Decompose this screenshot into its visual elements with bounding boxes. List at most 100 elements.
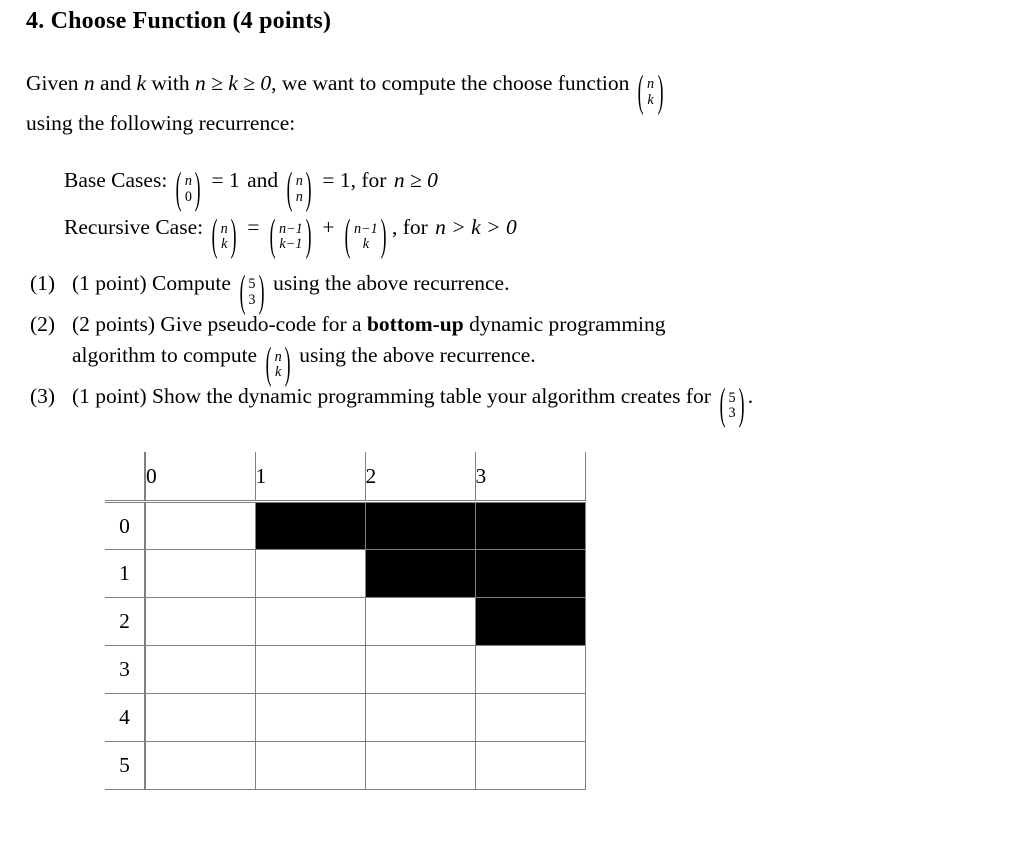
dp-cell-2-1[interactable]: [254, 597, 365, 646]
q3-points: (1 point): [72, 384, 147, 409]
dp-table: 0 1 2 3 0 1 2 3 4 5: [105, 452, 586, 790]
table-row: 4: [105, 693, 586, 742]
paren-right: ): [195, 163, 201, 213]
dp-cell-0-1[interactable]: [254, 501, 365, 550]
dp-cell-0-0[interactable]: [144, 501, 255, 550]
intro-with: with: [146, 71, 195, 95]
binom-stack: nk: [220, 221, 229, 253]
paren-right: ): [284, 338, 291, 388]
dp-table-header-row: 0 1 2 3: [105, 452, 586, 500]
dp-cell-2-0[interactable]: [144, 597, 255, 646]
q2-points: (2 points): [72, 312, 156, 337]
binom-top: n: [274, 348, 282, 365]
dp-cell-5-0[interactable]: [144, 741, 255, 790]
binom-stack: n−1 k: [353, 220, 379, 253]
dp-cell-3-0[interactable]: [144, 645, 255, 694]
binom-stack: n0: [184, 174, 193, 205]
dp-cell-2-3[interactable]: [474, 597, 586, 646]
dp-cell-2-2[interactable]: [364, 597, 475, 646]
binom-n-n: (n n): [285, 167, 314, 210]
binom-5-3: (5 3): [237, 270, 266, 313]
paren-left: (: [211, 210, 218, 260]
intro-var-n: n: [83, 71, 95, 95]
dp-cell-1-2[interactable]: [364, 549, 475, 598]
binom-bottom: n: [295, 188, 303, 205]
dp-col-header-0: 0: [144, 452, 255, 500]
dp-cell-0-3[interactable]: [474, 501, 586, 550]
dp-cell-1-3[interactable]: [474, 549, 586, 598]
dp-cell-5-1[interactable]: [254, 741, 365, 790]
q3-line2-post: .: [747, 384, 754, 409]
binom-n1-k: (n−1 k): [343, 214, 389, 257]
q3-text-pre: Show the dynamic programming table your …: [146, 384, 681, 409]
binom-top: n: [184, 173, 192, 190]
dp-row-header-4: 4: [105, 693, 146, 742]
list-body-2: (2 points) Give pseudo-code for a bottom…: [72, 309, 930, 385]
binom-n-k-lhs: (n k): [210, 214, 239, 257]
q2-line-2: algorithm to compute (n k) using the abov…: [72, 340, 930, 385]
intro-line-2: using the following recurrence:: [26, 111, 296, 136]
paren-left: (: [175, 163, 182, 213]
recursive-condition: n > k > 0: [435, 215, 517, 240]
dp-cell-4-0[interactable]: [144, 693, 255, 742]
binom-5-3: (5 3): [717, 383, 746, 426]
list-item-3: (3) (1 point) Show the dynamic programmi…: [30, 381, 930, 426]
paren-left: (: [239, 266, 246, 316]
dp-cell-4-3[interactable]: [474, 693, 586, 742]
q2-line2-post: using the above recurrence.: [293, 343, 536, 368]
binom-stack: 53: [247, 277, 256, 308]
binom-stack: nk: [646, 77, 655, 108]
list-marker-1: (1): [30, 271, 56, 295]
dp-cell-4-1[interactable]: [254, 693, 365, 742]
dp-cell-4-2[interactable]: [364, 693, 475, 742]
binom-stack: nk: [274, 348, 283, 381]
base-equation-1: = 1: [211, 168, 240, 192]
dp-row-header-1: 1: [105, 549, 146, 598]
dp-cell-1-0[interactable]: [144, 549, 255, 598]
binom-stack: 53: [727, 390, 736, 422]
paren-right: ): [657, 66, 664, 116]
paren-right: ): [230, 210, 237, 260]
paren-right: ): [380, 210, 387, 260]
binom-bottom: 3: [248, 291, 256, 308]
dp-row-header-0: 0: [105, 501, 146, 550]
paren-right: ): [258, 266, 265, 316]
intro-text-pre: Given: [26, 71, 84, 95]
table-row: 0: [105, 501, 586, 550]
intro-paragraph: Given n and k with n ≥ k ≥ 0, we want to…: [26, 68, 906, 139]
table-row: 1: [105, 549, 586, 598]
dp-cell-3-1[interactable]: [254, 645, 365, 694]
intro-var-k: k: [136, 71, 147, 95]
recursive-tail: , for: [391, 215, 428, 240]
intro-text-post: , we want to compute the choose function: [271, 71, 635, 95]
binom-bottom: k: [362, 235, 370, 252]
binom-stack: nn: [295, 174, 304, 205]
q2-text-mid: dynamic programming: [463, 312, 666, 337]
dp-col-header-2: 2: [364, 452, 475, 500]
dp-cell-0-2[interactable]: [364, 501, 475, 550]
table-row: 2: [105, 597, 586, 646]
binom-top: n−1: [279, 220, 303, 237]
dp-cell-3-2[interactable]: [364, 645, 475, 694]
binom-top: n−1: [354, 220, 378, 237]
q1-points: (1 point): [72, 271, 147, 295]
dp-col-header-3: 3: [474, 452, 586, 500]
recursive-case-label: Recursive Case:: [64, 215, 204, 240]
base-equation-2: = 1, for: [322, 168, 387, 192]
paren-left: (: [344, 210, 351, 260]
dp-cell-1-1[interactable]: [254, 549, 365, 598]
list-marker-3: (3): [30, 384, 56, 409]
base-cases-label: Base Cases:: [64, 168, 168, 192]
q3-line2-pre: for: [685, 384, 717, 409]
dp-table-corner: [105, 452, 146, 500]
dp-col-header-1: 1: [254, 452, 365, 500]
dp-cell-5-2[interactable]: [364, 741, 475, 790]
dp-row-header-2: 2: [105, 597, 146, 646]
intro-condition: n ≥ k ≥ 0: [195, 71, 272, 95]
paren-right: ): [305, 163, 312, 213]
q1-text-pre: Compute: [146, 271, 237, 295]
dp-cell-5-3[interactable]: [474, 741, 586, 790]
binom-top: 5: [248, 276, 256, 293]
paren-left: (: [637, 66, 644, 116]
dp-cell-3-3[interactable]: [474, 645, 586, 694]
